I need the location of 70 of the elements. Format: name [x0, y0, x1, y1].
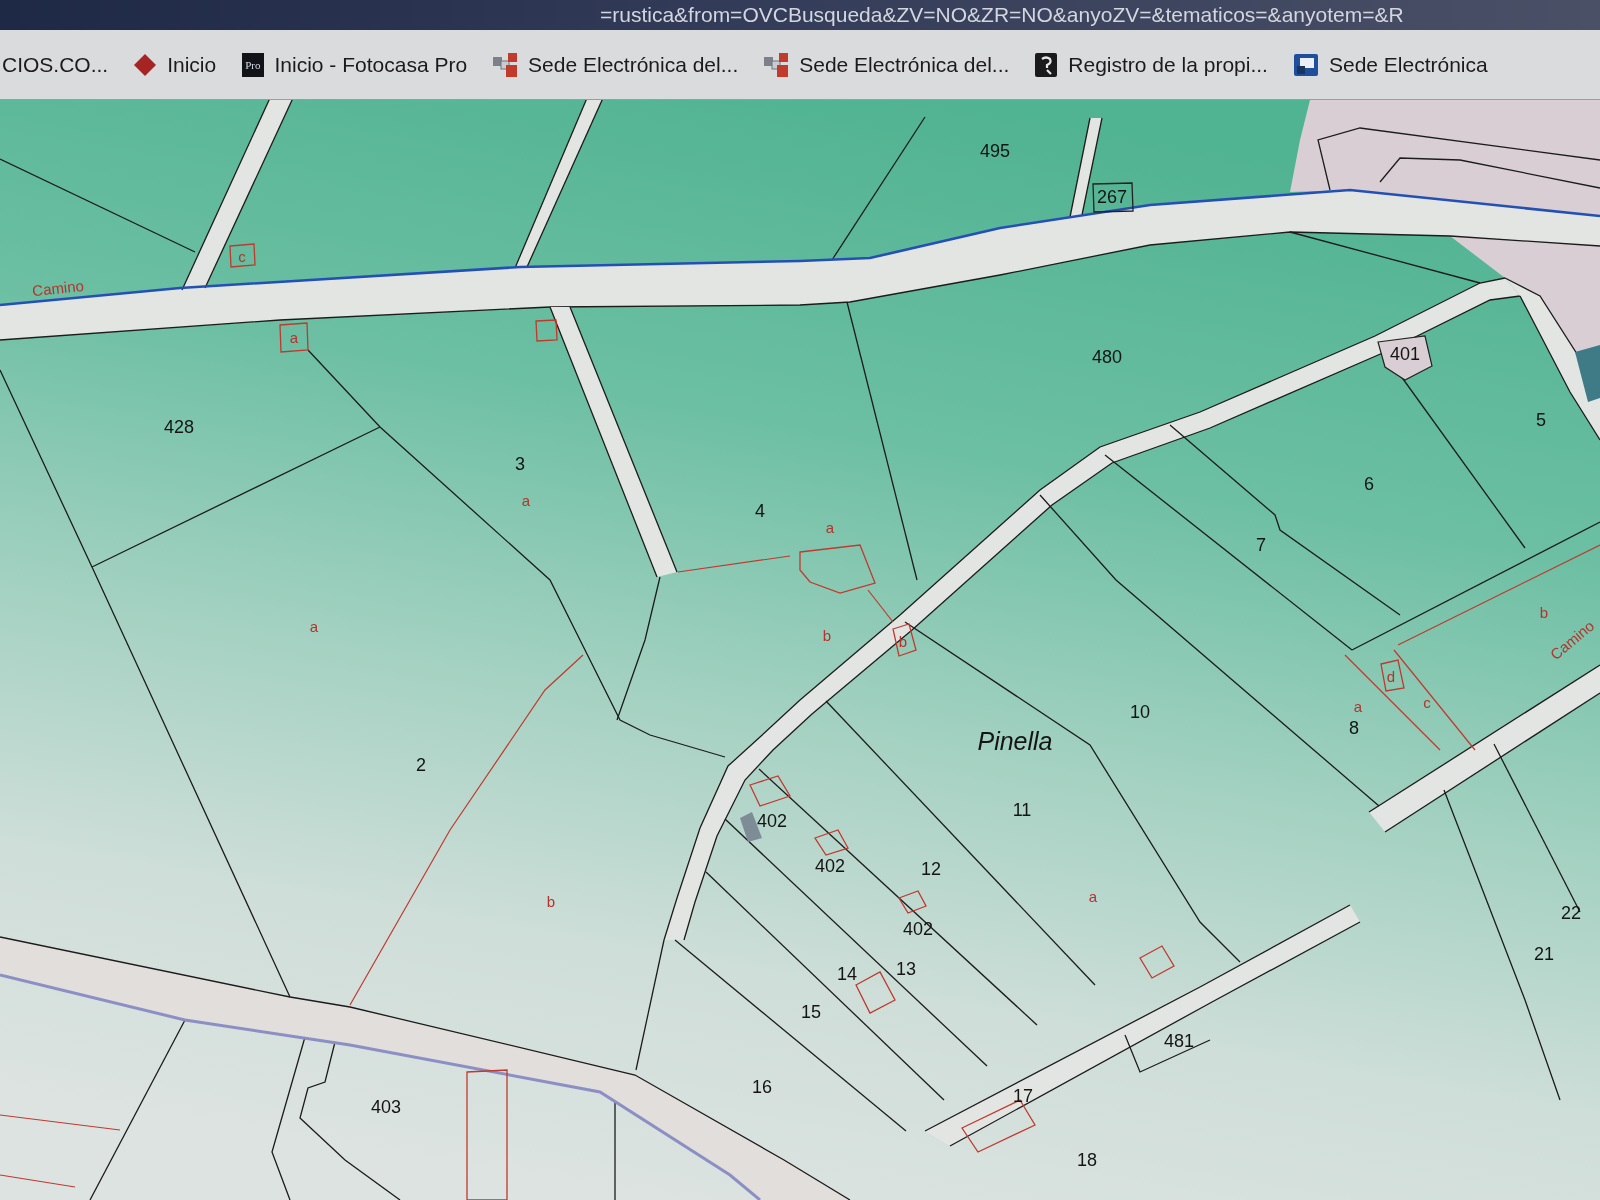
parcel-number: 428: [164, 417, 194, 437]
parcel-number: 7: [1256, 535, 1266, 555]
building-outline: [1139, 945, 1175, 979]
subparcel-letter: a: [289, 328, 299, 346]
subparcel-letter: a: [1088, 887, 1098, 905]
subparcel-letter: b: [546, 892, 556, 910]
parcel-number: 4: [755, 501, 765, 521]
parcel-number: 11: [1012, 800, 1032, 820]
window-icon: [1293, 53, 1318, 76]
bookmark-button[interactable]: Pro Inicio - Fotocasa Pro: [242, 52, 468, 77]
building-outline: [892, 623, 917, 657]
building-outline: [855, 971, 896, 1014]
parcel-number: 267: [1097, 187, 1127, 207]
subparcel-letter: a: [825, 518, 835, 536]
parcel-number: 10: [1130, 702, 1150, 722]
subparcel-letter: a: [521, 491, 531, 509]
parcel-number: 5: [1536, 410, 1546, 430]
parcel-number: 13: [896, 959, 916, 979]
subparcel-letter: b: [822, 626, 832, 644]
parcel-number: 2: [416, 755, 426, 775]
subparcel-letter: b: [1539, 603, 1549, 621]
building-outline: [1092, 182, 1134, 213]
road-name: Camino: [31, 276, 85, 300]
parcel-number: 17: [1013, 1086, 1033, 1106]
parcel-number: 402: [757, 811, 787, 831]
parcel-number: 403: [371, 1097, 401, 1117]
building-outline: [229, 243, 256, 268]
parcel-outline: [1377, 335, 1433, 381]
parcel-number: 15: [801, 1002, 821, 1022]
building-outline: [1380, 659, 1405, 692]
parcel-number: 12: [921, 859, 941, 879]
squares-icon: [493, 52, 518, 77]
parcel-number: 16: [752, 1077, 772, 1097]
parcel-number: 6: [1364, 474, 1374, 494]
bookmark-button[interactable]: Registro de la propi...: [1035, 52, 1268, 77]
parcel-number: 495: [980, 141, 1010, 161]
subparcel-letter: c: [1423, 693, 1431, 711]
subparcel-letter: d: [1386, 667, 1396, 685]
parcel-number: 18: [1077, 1150, 1097, 1170]
parcel-number: 21: [1534, 944, 1554, 964]
subparcel-letter: c: [238, 247, 246, 265]
bookmark-button[interactable]: Sede Electrónica del...: [764, 52, 1010, 77]
parcel-number: 481: [1164, 1031, 1194, 1051]
diamond-icon: [134, 53, 157, 76]
subparcel-letter: a: [1353, 697, 1363, 715]
parcel-number: 22: [1561, 903, 1581, 923]
parcel-number: 480: [1092, 347, 1122, 367]
building-outline: [814, 829, 849, 856]
bookmark-button[interactable]: Sede Electrónica: [1293, 52, 1488, 77]
building-outline: [898, 890, 927, 914]
parcel-number: 402: [903, 919, 933, 939]
squares-icon: [764, 52, 789, 77]
subparcel-letter: a: [309, 617, 319, 635]
parcel-number: 402: [815, 856, 845, 876]
parcel-number: 3: [515, 454, 525, 474]
bookmark-button[interactable]: Sede Electrónica del...: [493, 52, 739, 77]
subparcel-letter: b: [898, 632, 908, 650]
subparcel-boundary: [867, 589, 894, 623]
question-mark-icon: [1035, 52, 1058, 77]
parcel-number: 14: [837, 964, 857, 984]
place-name: Pinella: [977, 727, 1053, 755]
parcel-number: 401: [1390, 344, 1420, 364]
building-outline: [535, 319, 558, 342]
bookmark-button[interactable]: CIOS.CO...: [2, 52, 109, 77]
bookmark-button[interactable]: Inicio: [134, 52, 217, 77]
logo-tile: Pro: [242, 52, 264, 77]
building-footprint: [1575, 345, 1600, 402]
building-outline: [279, 322, 309, 353]
building-outline: [749, 775, 791, 807]
parcel-number: 8: [1349, 718, 1359, 738]
